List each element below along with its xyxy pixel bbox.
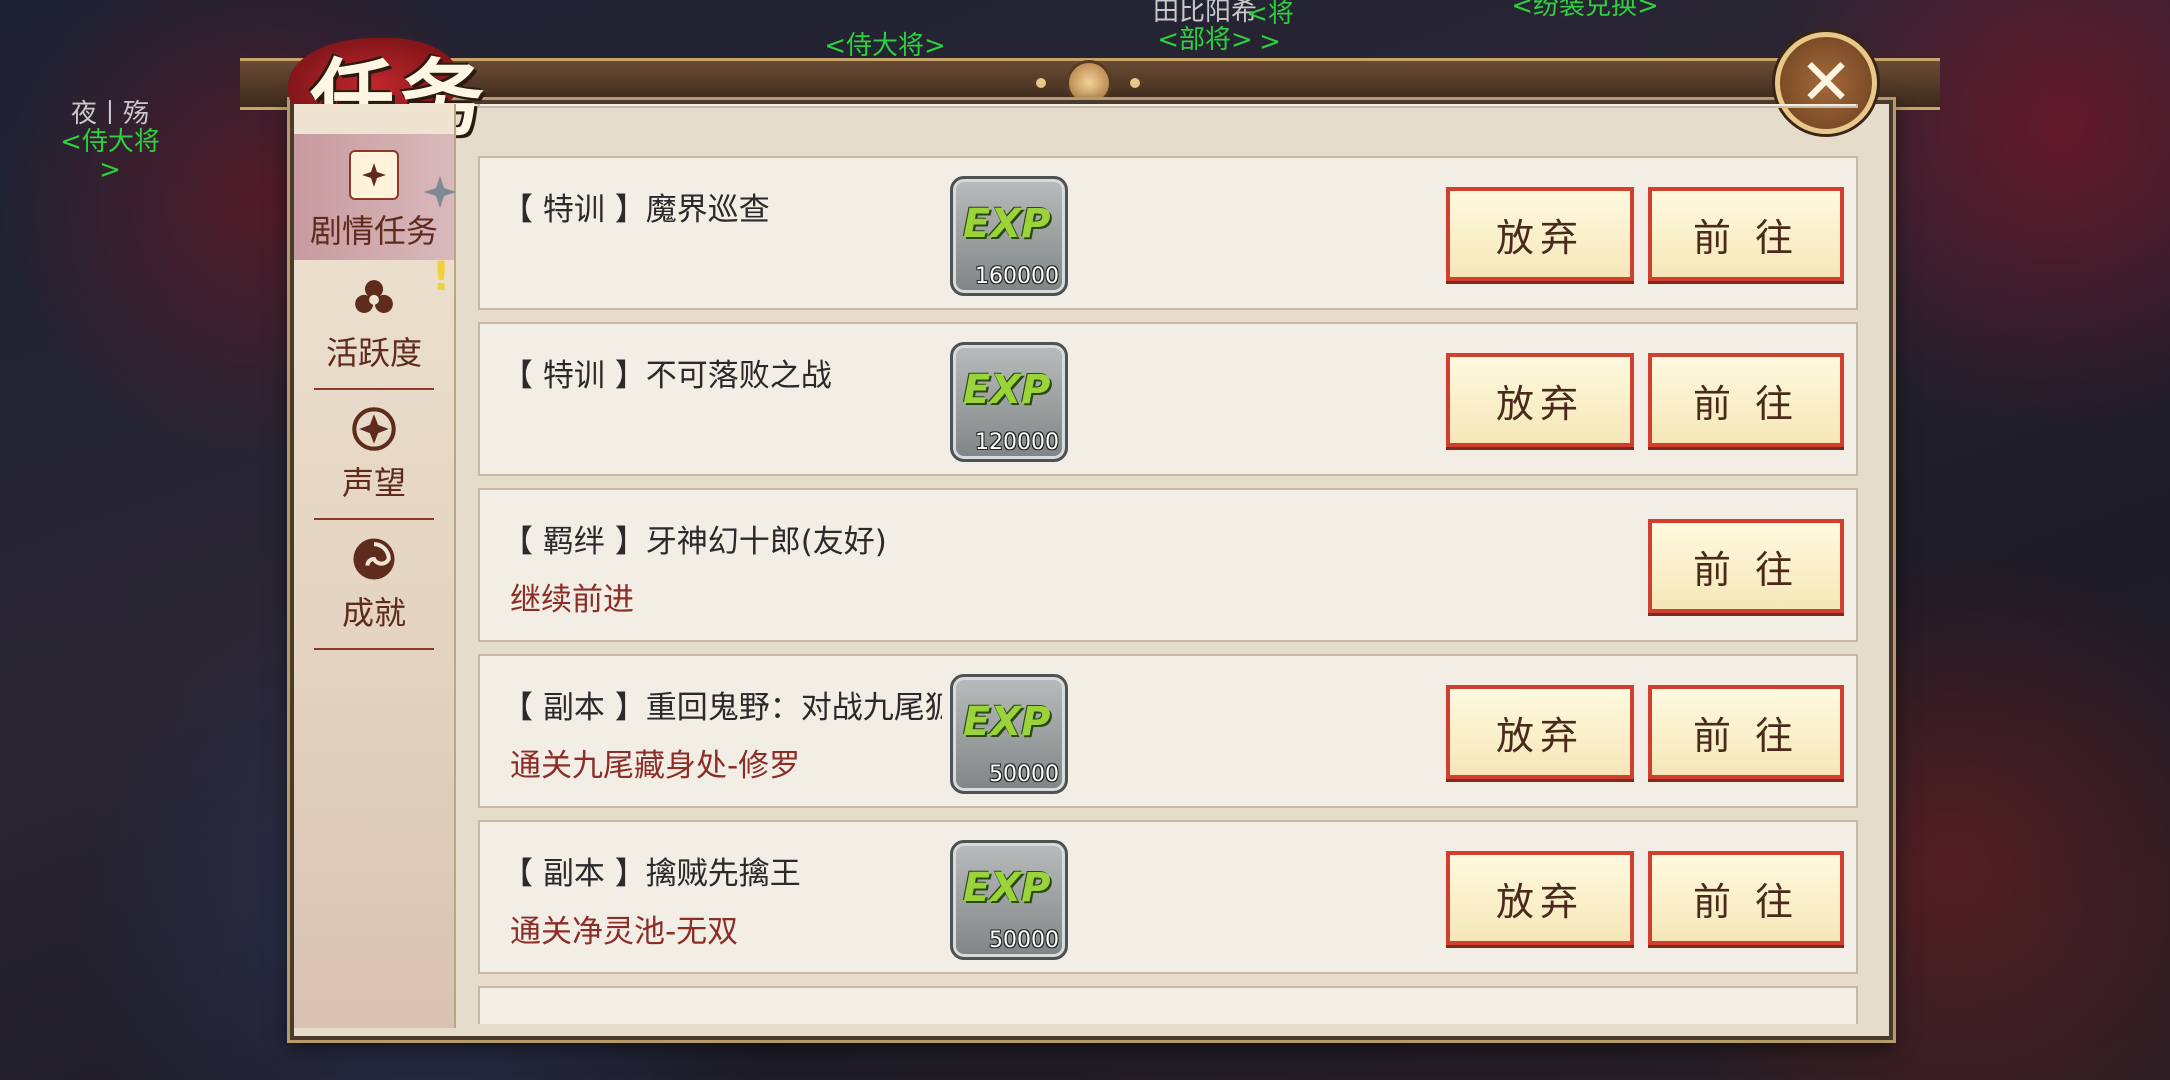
exp-amount: 120000 [975,430,1059,455]
bg-player-rank: <侍大将> [824,31,946,61]
exp-label: EXP [963,865,1051,911]
ornament-dot [1036,78,1046,88]
quest-row: 【 羁绊 】牙神幻十郎(友好) 继续前进 前 往 [478,488,1858,642]
sidebar: 剧情任务 ! 活跃度 声望 成就 [294,104,456,1028]
sidebar-item-label: 声望 [341,464,406,502]
abandon-button[interactable]: 放弃 [1446,187,1634,281]
exp-reward-icon: EXP 160000 [950,176,1068,296]
quest-title: 【 副本 】擒贼先擒王 [502,856,801,892]
go-button[interactable]: 前 往 [1648,519,1844,613]
sidebar-item-achievements[interactable]: 成就 [294,536,454,634]
quest-row: 【 副本 】擒贼先擒王 通关净灵池-无双 EXP 50000 放弃 前 往 [478,820,1858,974]
sidebar-item-reputation[interactable]: 声望 [294,406,454,504]
exp-label: EXP [963,201,1051,247]
bg-player-label: <将> [1240,0,1300,56]
sidebar-divider [314,518,434,520]
quest-row: 【 副本 】重回鬼野：对战九尾狐 通关九尾藏身处-修罗 EXP 50000 放弃… [478,654,1858,808]
exp-label: EXP [963,367,1051,413]
bg-player-rank: <纷装兑换> [1511,0,1659,21]
exp-reward-icon: EXP 50000 [950,674,1068,794]
bg-player-label: <纷装兑换> [1510,0,1660,20]
swirl-icon [351,536,397,582]
quest-title: 【 特训 】魔界巡查 [502,192,770,228]
quest-title: 【 羁绊 】牙神幻十郎(友好) [502,524,887,560]
go-button[interactable]: 前 往 [1648,685,1844,779]
sidebar-item-label: 剧情任务 [309,212,438,250]
sidebar-item-activity[interactable]: 活跃度 [294,276,454,374]
sidebar-divider [314,648,434,650]
go-button[interactable]: 前 往 [1648,353,1844,447]
quest-row: 【 特训 】魔界巡查 EXP 160000 放弃 前 往 [478,156,1858,310]
sidebar-item-label: 活跃度 [325,334,422,372]
bg-player-label: <侍大将> [815,14,955,60]
sidebar-item-label: 成就 [341,594,406,632]
abandon-button[interactable]: 放弃 [1446,685,1634,779]
flower-icon [351,276,397,322]
quest-objective: 通关九尾藏身处-修罗 [510,748,801,784]
exp-amount: 160000 [975,264,1059,289]
bg-player-name: 夜丨殇 [70,99,149,129]
exp-amount: 50000 [989,928,1059,953]
quest-objective: 继续前进 [510,582,634,618]
quest-list[interactable]: 【 特训 】魔界巡查 EXP 160000 放弃 前 往 【 特训 】不可落败之… [478,104,1860,1024]
exp-reward-icon: EXP 120000 [950,342,1068,462]
go-button[interactable]: 前 往 [1648,187,1844,281]
abandon-button[interactable]: 放弃 [1446,353,1634,447]
quest-row-partial-top [478,104,1858,108]
bg-player-label: 夜丨殇 <侍大将> [55,100,165,184]
sidebar-divider [314,388,434,390]
crest-icon [351,406,397,452]
scroll-icon [349,150,399,200]
quest-title: 【 特训 】不可落败之战 [502,358,832,394]
go-button[interactable]: 前 往 [1648,851,1844,945]
exp-label: EXP [963,699,1051,745]
shuriken-icon [422,174,458,210]
quest-title: 【 副本 】重回鬼野：对战九尾狐 [502,690,942,726]
exp-reward-icon: EXP 50000 [950,840,1068,960]
exp-amount: 50000 [989,762,1059,787]
bg-player-rank: <侍大将> [60,127,160,185]
quest-row: 【 特训 】不可落败之战 EXP 120000 放弃 前 往 [478,322,1858,476]
bg-player-rank: <将> [1246,0,1294,57]
abandon-button[interactable]: 放弃 [1446,851,1634,945]
quest-objective: 通关净灵池-无双 [510,914,739,950]
ornament-dot [1130,78,1140,88]
quest-row-partial-bottom [478,986,1858,1024]
